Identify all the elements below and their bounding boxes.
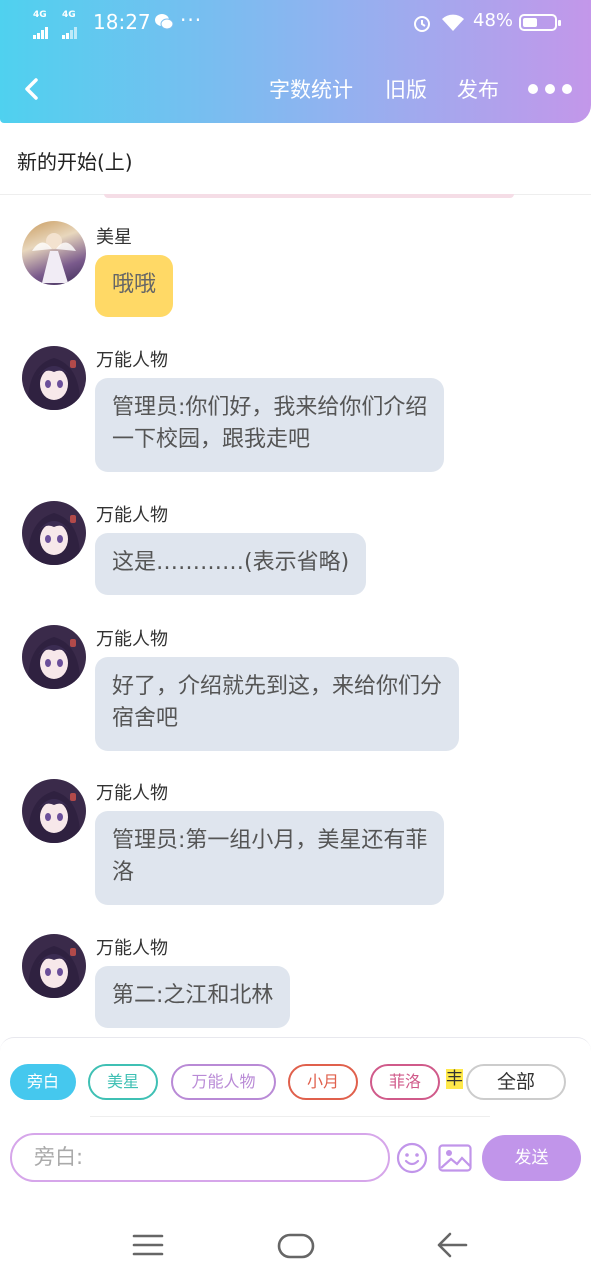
signal-label-2: 4G (62, 10, 76, 20)
chip-universal-character[interactable]: 万能人物 (171, 1064, 276, 1100)
battery-cap (558, 20, 561, 26)
divider (90, 1116, 490, 1117)
image-icon[interactable] (438, 1144, 472, 1172)
sender-name: 万能人物 (96, 938, 168, 959)
anime-girl-icon (27, 513, 81, 565)
anime-girl-icon (27, 946, 81, 998)
app-header: 4G 4G 18:27 ··· 48% 字数统计 旧版 发布 (0, 0, 591, 123)
message-input[interactable]: 旁白: (10, 1133, 390, 1182)
more-notifications: ··· (180, 8, 203, 32)
sender-name: 万能人物 (96, 505, 168, 526)
signal-bars-1-icon (33, 20, 49, 39)
chapter-title-bar[interactable]: 新的开始(上) (0, 123, 591, 195)
publish-button[interactable]: 发布 (457, 74, 499, 104)
message-bubble[interactable]: 管理员:你们好，我来给你们介绍 一下校园，跟我走吧 (95, 378, 445, 472)
avatar-universal-character[interactable] (22, 346, 86, 410)
sender-name: 万能人物 (96, 783, 168, 804)
anime-girl-icon (27, 637, 81, 689)
home-icon[interactable] (277, 1232, 315, 1260)
wifi-icon (442, 14, 464, 31)
anime-girl-icon (27, 791, 81, 843)
message-bubble[interactable]: 哦哦 (95, 255, 174, 317)
alarm-icon (414, 16, 430, 32)
sender-name: 美星 (96, 227, 132, 248)
avatar-universal-character[interactable] (22, 625, 86, 689)
message-bubble[interactable]: 第二:之江和北林 (95, 966, 291, 1028)
back-icon[interactable] (434, 1230, 470, 1260)
emoji-icon[interactable] (396, 1142, 428, 1174)
previous-bubble-edge (104, 194, 514, 198)
chip-all[interactable]: 全部 (466, 1064, 566, 1100)
battery-fill (523, 18, 537, 27)
chapter-title: 新的开始(上) (17, 150, 133, 174)
chip-narration[interactable]: 旁白 (10, 1064, 76, 1100)
menu-icon[interactable] (131, 1232, 165, 1258)
chip-feiluo[interactable]: 菲洛 (370, 1064, 440, 1100)
back-arrow-icon[interactable] (18, 74, 44, 104)
signal-label-1: 4G (33, 10, 47, 20)
angel-figure-icon (32, 233, 76, 283)
wechat-icon (155, 14, 174, 30)
sender-name: 万能人物 (96, 629, 168, 650)
sticker-overflow: 丰 (446, 1064, 466, 1100)
chip-xiaoyue[interactable]: 小月 (288, 1064, 358, 1100)
sender-name: 万能人物 (96, 350, 168, 371)
message-bubble[interactable]: 这是…………(表示省略) (95, 533, 367, 595)
battery-percent: 48% (473, 10, 514, 31)
avatar-meixing[interactable] (22, 221, 86, 285)
signal-bars-2-icon (62, 20, 78, 39)
old-version-button[interactable]: 旧版 (385, 74, 427, 104)
chip-meixing[interactable]: 美星 (88, 1064, 158, 1100)
system-navigation-bar (0, 1182, 591, 1280)
battery-icon (519, 14, 561, 31)
avatar-universal-character[interactable] (22, 934, 86, 998)
message-bubble[interactable]: 好了，介绍就先到这，来给你们分 宿舍吧 (95, 657, 460, 751)
more-menu-icon[interactable] (528, 79, 579, 98)
send-button[interactable]: 发送 (482, 1135, 581, 1181)
avatar-universal-character[interactable] (22, 779, 86, 843)
message-bubble[interactable]: 管理员:第一组小月，美星还有菲 洛 (95, 811, 445, 905)
clock: 18:27 (93, 10, 151, 34)
composer-panel: 旁白 美星 万能人物 小月 菲洛 丰 全部 旁白: 发送 (0, 1037, 591, 1182)
status-bar: 4G 4G 18:27 ··· 48% (0, 0, 591, 46)
avatar-universal-character[interactable] (22, 501, 86, 565)
anime-girl-icon (27, 358, 81, 410)
sticker-overflow-text: 丰 (446, 1069, 463, 1089)
word-count-button[interactable]: 字数统计 (269, 74, 353, 104)
